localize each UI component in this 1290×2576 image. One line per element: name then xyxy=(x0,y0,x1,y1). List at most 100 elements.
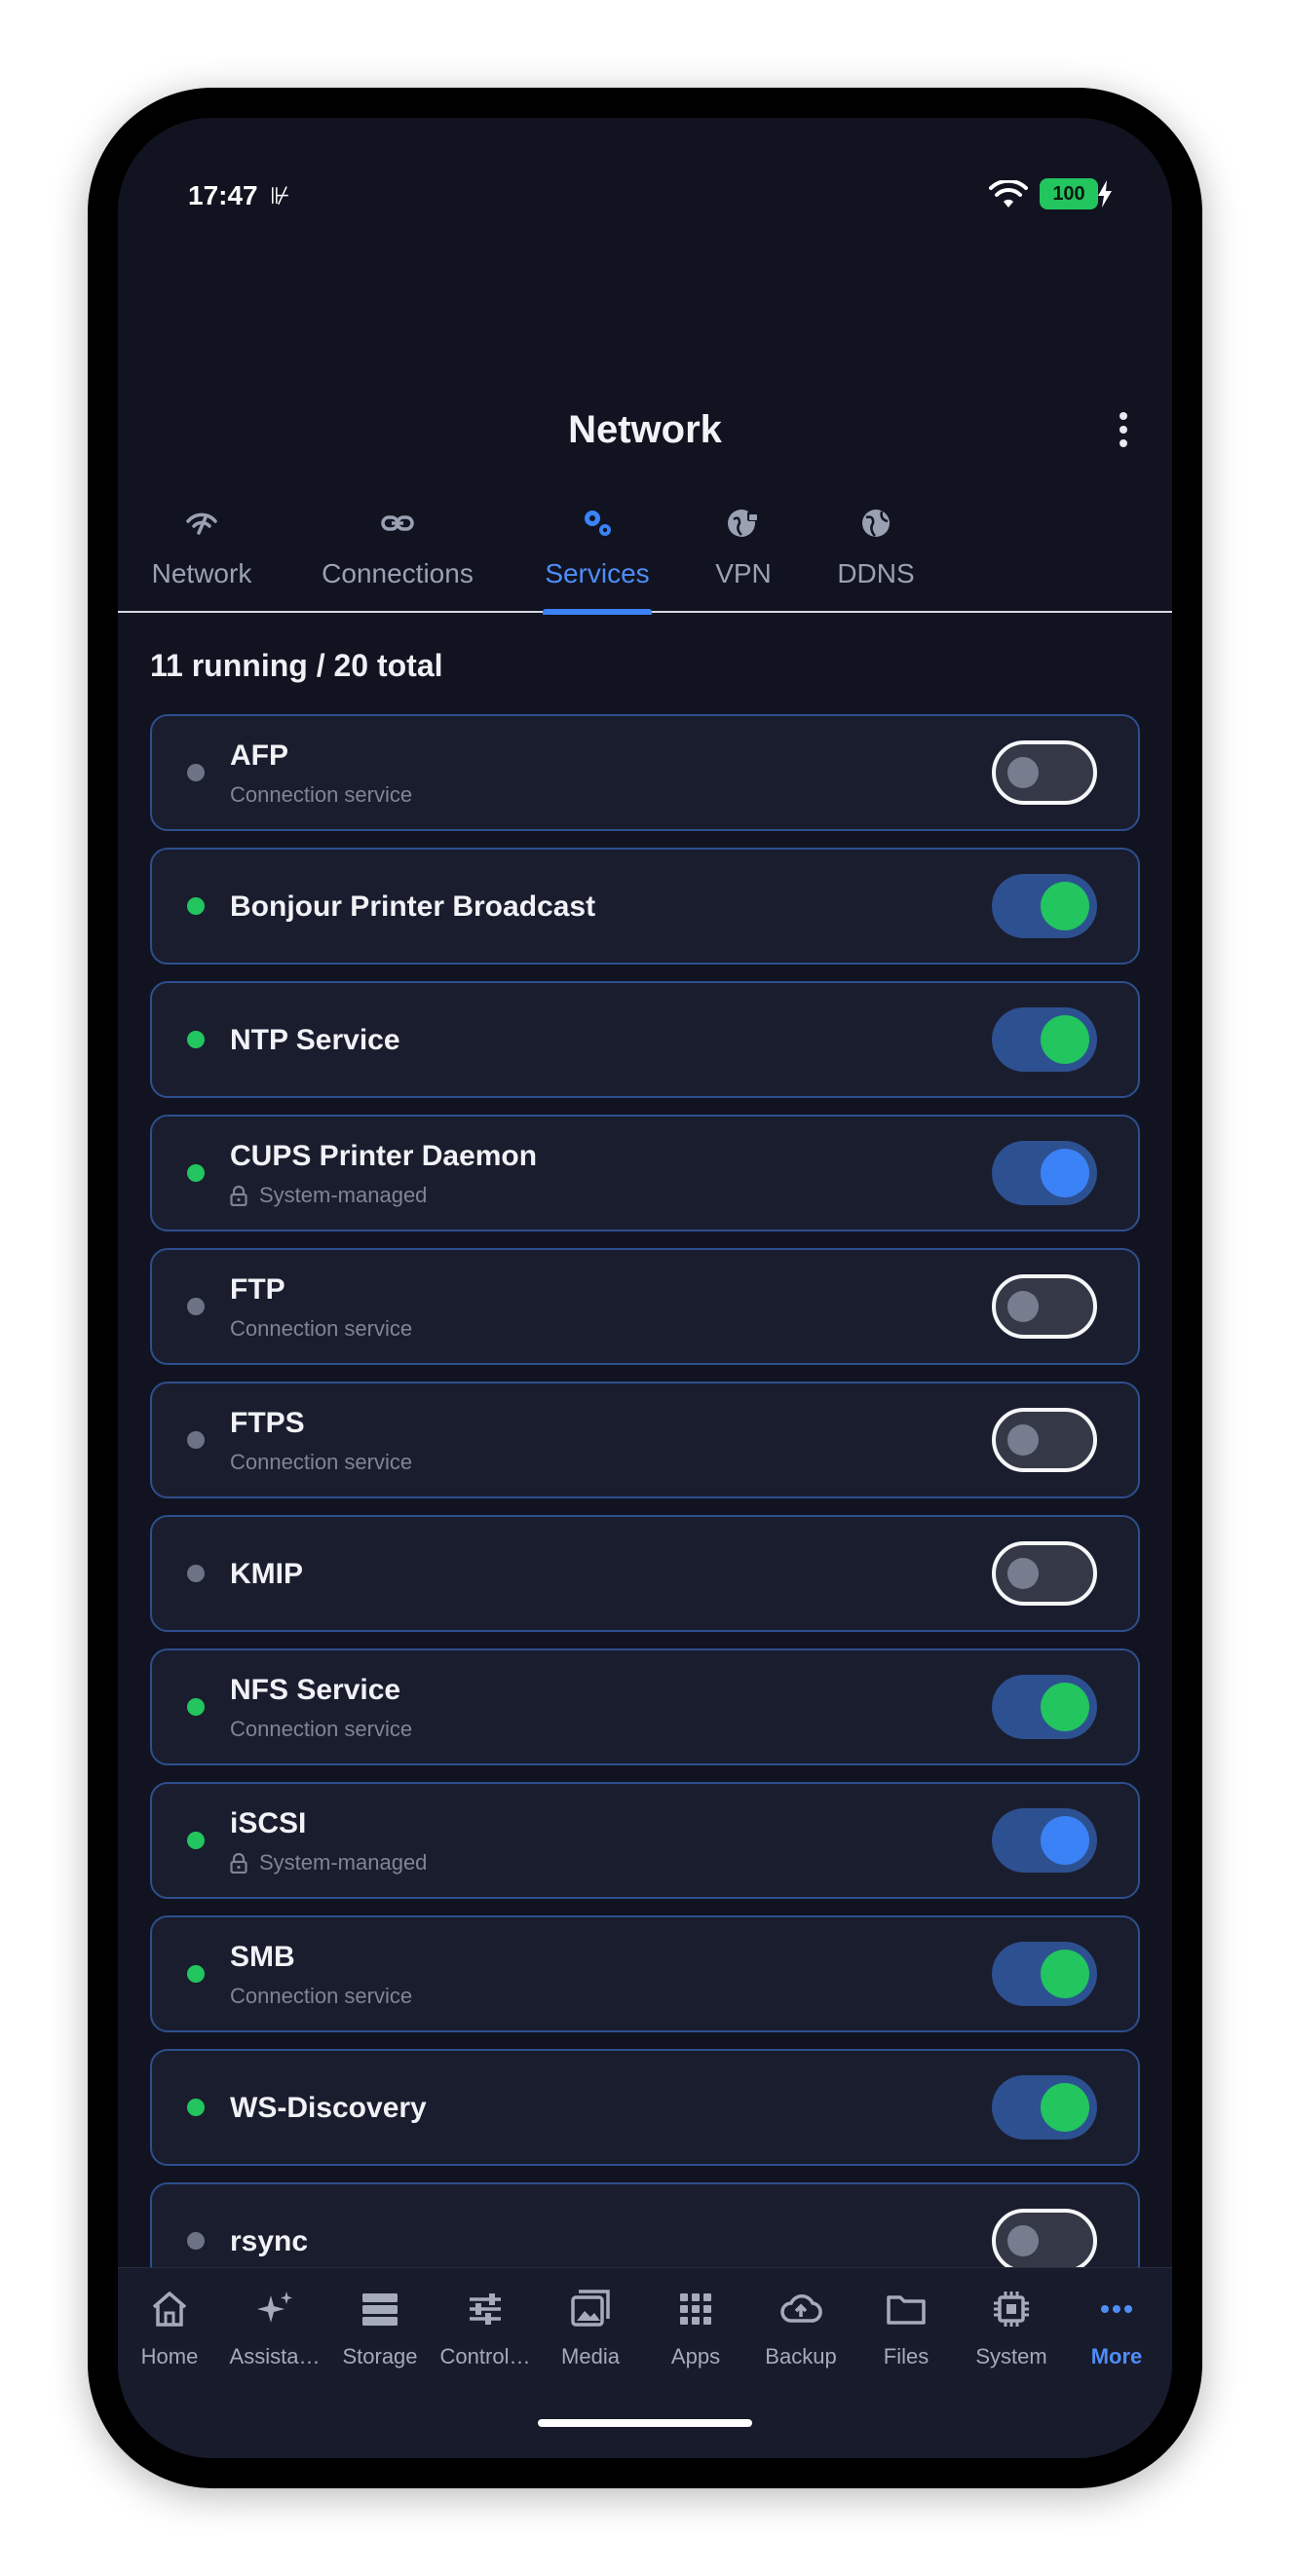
service-status-dot xyxy=(187,1031,205,1048)
toggle-knob xyxy=(1041,1683,1089,1731)
service-subtitle-text: Connection service xyxy=(230,1450,413,1474)
app-header: Network xyxy=(118,391,1172,469)
service-toggle[interactable] xyxy=(992,1141,1097,1205)
service-name: KMIP xyxy=(230,1558,303,1590)
link-icon xyxy=(381,515,414,531)
globe-icon xyxy=(862,510,890,537)
home-indicator xyxy=(538,2419,752,2427)
service-name: iSCSI xyxy=(230,1807,307,1839)
service-toggle[interactable] xyxy=(992,1675,1097,1739)
nav-item-control[interactable]: Control… xyxy=(433,2268,538,2385)
app-screen: 17:47 ⊮ 100 Network Network Connections … xyxy=(118,118,1172,2458)
service-subtitle: Connection service xyxy=(230,1984,412,2009)
service-status-dot xyxy=(187,1298,205,1315)
tab-network[interactable]: Network xyxy=(150,484,253,613)
lock-icon xyxy=(230,1852,247,1874)
service-toggle[interactable] xyxy=(992,1274,1097,1339)
toggle-knob xyxy=(1007,757,1039,788)
service-subtitle: Connection service xyxy=(230,1316,412,1342)
service-toggle[interactable] xyxy=(992,740,1097,805)
service-status-dot xyxy=(187,2232,205,2250)
service-name: AFP xyxy=(230,739,288,772)
nav-item-media[interactable]: Media xyxy=(538,2268,643,2385)
service-card[interactable]: WS-Discovery xyxy=(150,2049,1140,2166)
toggle-knob xyxy=(1041,2083,1089,2132)
service-card[interactable]: AFP Connection service xyxy=(150,714,1140,831)
nav-label: Apps xyxy=(670,2344,721,2368)
toggle-knob xyxy=(1041,1950,1089,1998)
nav-item-storage[interactable]: Storage xyxy=(327,2268,433,2385)
tab-label: VPN xyxy=(715,558,772,588)
nav-item-more[interactable]: More xyxy=(1064,2268,1169,2385)
nav-label: Control… xyxy=(439,2344,531,2368)
status-bar: 17:47 ⊮ 100 xyxy=(118,118,1172,254)
service-card[interactable]: CUPS Printer Daemon System-managed xyxy=(150,1115,1140,1231)
nav-item-apps[interactable]: Apps xyxy=(643,2268,748,2385)
service-card[interactable]: KMIP xyxy=(150,1515,1140,1632)
service-card[interactable]: NFS Service Connection service xyxy=(150,1648,1140,1765)
status-time: 17:47 xyxy=(188,180,258,210)
service-card[interactable]: NTP Service xyxy=(150,981,1140,1098)
tab-label: Connections xyxy=(322,558,474,588)
battery-indicator: 100 xyxy=(1040,178,1098,209)
service-list: AFP Connection service Bonjour Printer Bro… xyxy=(150,714,1140,2390)
charging-bolt-icon xyxy=(1098,180,1112,208)
sim-icon: ⊮ xyxy=(270,183,290,209)
service-toggle[interactable] xyxy=(992,2209,1097,2273)
service-toggle[interactable] xyxy=(992,1408,1097,1472)
nav-item-assista[interactable]: Assista… xyxy=(222,2268,327,2385)
nav-item-backup[interactable]: Backup xyxy=(748,2268,854,2385)
nav-item-home[interactable]: Home xyxy=(118,2268,222,2385)
tab-label: Services xyxy=(545,558,650,588)
service-card[interactable]: Bonjour Printer Broadcast xyxy=(150,848,1140,965)
gears-icon xyxy=(585,511,611,536)
tab-services[interactable]: Services xyxy=(543,484,652,615)
active-tab-indicator xyxy=(543,609,652,615)
service-name: SMB xyxy=(230,1941,295,1973)
service-name: WS-Discovery xyxy=(230,2092,427,2124)
service-card[interactable]: SMB Connection service xyxy=(150,1915,1140,2032)
service-card[interactable]: iSCSI System-managed xyxy=(150,1782,1140,1899)
toggle-knob xyxy=(1041,1149,1089,1197)
tab-label: Network xyxy=(151,558,252,588)
service-status-dot xyxy=(187,2099,205,2116)
service-toggle[interactable] xyxy=(992,1007,1097,1072)
service-toggle[interactable] xyxy=(992,1541,1097,1606)
service-name: CUPS Printer Daemon xyxy=(230,1140,538,1172)
nav-label: System xyxy=(975,2344,1047,2368)
overflow-menu-icon[interactable] xyxy=(1114,412,1133,447)
toggle-knob xyxy=(1041,1816,1089,1865)
service-subtitle: Connection service xyxy=(230,1717,412,1742)
service-toggle[interactable] xyxy=(992,1808,1097,1873)
nav-label: Media xyxy=(561,2344,620,2368)
lock-icon xyxy=(230,1185,247,1206)
service-name: Bonjour Printer Broadcast xyxy=(230,890,596,923)
chip-icon xyxy=(994,2292,1029,2327)
service-subtitle-text: Connection service xyxy=(230,1717,413,1741)
nav-label: More xyxy=(1090,2344,1143,2368)
cloud-upload-icon xyxy=(780,2294,822,2323)
service-status-dot xyxy=(187,764,205,781)
service-toggle[interactable] xyxy=(992,874,1097,938)
service-toggle[interactable] xyxy=(992,2075,1097,2140)
tab-vpn[interactable]: VPN xyxy=(714,484,773,613)
toggle-knob xyxy=(1007,1558,1039,1589)
service-card[interactable]: FTP Connection service xyxy=(150,1248,1140,1365)
home-icon xyxy=(152,2292,187,2327)
service-status-dot xyxy=(187,1965,205,1983)
signal-icon xyxy=(186,512,217,535)
wifi-icon xyxy=(989,180,1028,208)
service-toggle[interactable] xyxy=(992,1942,1097,2006)
nav-label: Home xyxy=(140,2344,199,2368)
sliders-icon xyxy=(470,2293,501,2325)
tab-label: DDNS xyxy=(837,558,915,588)
service-card[interactable]: FTPS Connection service xyxy=(150,1382,1140,1498)
nav-item-files[interactable]: Files xyxy=(854,2268,959,2385)
nav-label: Backup xyxy=(765,2344,837,2368)
tab-connections[interactable]: Connections xyxy=(318,484,477,613)
storage-icon xyxy=(362,2293,398,2326)
apps-grid-icon xyxy=(680,2293,711,2325)
tab-ddns[interactable]: DDNS xyxy=(837,484,915,613)
nav-item-system[interactable]: System xyxy=(959,2268,1064,2385)
service-subtitle-text: Connection service xyxy=(230,782,413,807)
